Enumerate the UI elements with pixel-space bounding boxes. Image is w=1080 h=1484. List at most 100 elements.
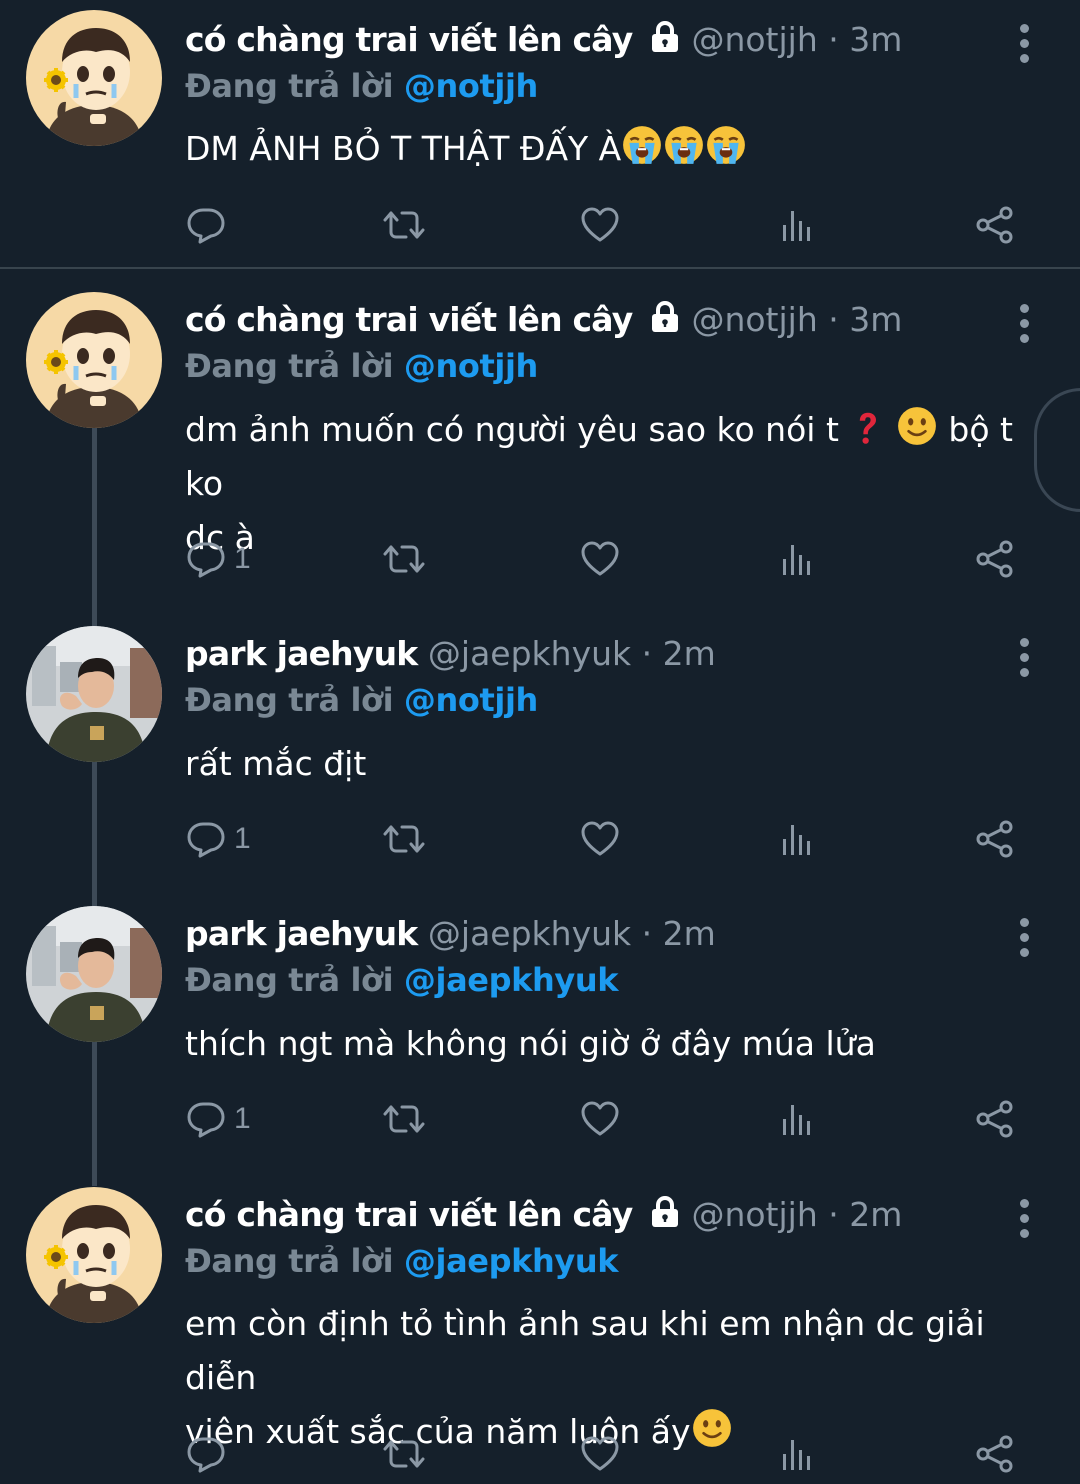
lock-icon xyxy=(649,21,681,53)
avatar[interactable] xyxy=(26,1187,162,1323)
display-name[interactable]: park jaehyuk xyxy=(185,914,418,953)
like-icon xyxy=(580,539,620,579)
tweet-header: có chàng trai viết lên cây @notjjh · 3m xyxy=(185,18,902,62)
tweet-header: park jaehyuk @jaepkhyuk · 2m xyxy=(185,912,716,956)
retweet-button[interactable] xyxy=(381,200,427,250)
tweet-actions: 1 xyxy=(0,814,1080,864)
tweet-header: có chàng trai viết lên cây @notjjh · 2m xyxy=(185,1193,902,1237)
timestamp[interactable]: 2m xyxy=(663,634,716,673)
like-button[interactable] xyxy=(580,200,620,250)
separator-dot: · xyxy=(828,1195,839,1234)
reply-count: 1 xyxy=(234,1102,251,1135)
tweet-text-content: dm ảnh muốn có người yêu sao ko nói t xyxy=(185,410,839,449)
display-name[interactable]: có chàng trai viết lên cây xyxy=(185,300,633,339)
tweet[interactable]: có chàng trai viết lên cây @notjjh · 3m … xyxy=(0,280,1080,610)
tweet[interactable]: có chàng trai viết lên cây @notjjh · 3m … xyxy=(0,0,1080,268)
more-icon[interactable] xyxy=(1016,304,1032,349)
replying-to: Đang trả lời @notjjh xyxy=(185,344,538,388)
user-handle[interactable]: @jaepkhyuk xyxy=(428,634,631,673)
like-icon xyxy=(580,1099,620,1139)
mention-link[interactable]: @jaepkhyuk xyxy=(404,961,619,999)
crying-face-emoji xyxy=(663,124,705,166)
share-icon xyxy=(974,819,1014,859)
reply-button[interactable]: 1 xyxy=(186,1094,251,1144)
tweet[interactable]: park jaehyuk @jaepkhyuk · 2m Đang trả lờ… xyxy=(0,894,1080,1174)
timestamp[interactable]: 3m xyxy=(849,300,902,339)
more-icon[interactable] xyxy=(1016,638,1032,683)
share-button[interactable] xyxy=(974,814,1014,864)
user-handle[interactable]: @jaepkhyuk xyxy=(428,914,631,953)
separator-dot: · xyxy=(828,300,839,339)
reply-button[interactable]: 1 xyxy=(186,534,251,584)
timestamp[interactable]: 3m xyxy=(849,20,902,59)
views-button[interactable] xyxy=(778,1429,818,1479)
retweet-button[interactable] xyxy=(381,534,427,584)
crying-face-emoji xyxy=(705,124,747,166)
display-name[interactable]: park jaehyuk xyxy=(185,634,418,673)
display-name[interactable]: có chàng trai viết lên cây xyxy=(185,1195,633,1234)
share-icon xyxy=(974,1434,1014,1474)
like-button[interactable] xyxy=(580,1094,620,1144)
avatar[interactable] xyxy=(26,906,162,1042)
retweet-button[interactable] xyxy=(381,1429,427,1479)
tweet[interactable]: park jaehyuk @jaepkhyuk · 2m Đang trả lờ… xyxy=(0,614,1080,894)
slightly-smiling-face-emoji xyxy=(896,405,938,447)
like-button[interactable] xyxy=(580,814,620,864)
retweet-icon xyxy=(381,539,427,579)
more-icon[interactable] xyxy=(1016,1199,1032,1244)
reply-count: 1 xyxy=(234,542,251,575)
reply-button[interactable] xyxy=(186,1429,234,1479)
share-icon xyxy=(974,539,1014,579)
separator-dot: · xyxy=(641,914,653,953)
tweet-actions xyxy=(0,1429,1080,1479)
timestamp[interactable]: 2m xyxy=(849,1195,902,1234)
tweet-actions: 1 xyxy=(0,534,1080,584)
mention-link[interactable]: @jaepkhyuk xyxy=(404,1242,619,1280)
avatar[interactable] xyxy=(26,292,162,428)
user-handle[interactable]: @notjjh xyxy=(691,20,817,59)
replying-to-label: Đang trả lời xyxy=(185,1242,394,1280)
user-handle[interactable]: @notjjh xyxy=(691,300,817,339)
retweet-button[interactable] xyxy=(381,1094,427,1144)
tweet-text: thích ngt mà không nói giờ ở đây múa lửa xyxy=(185,1017,1045,1071)
tweet-actions: 1 xyxy=(0,1094,1080,1144)
avatar[interactable] xyxy=(26,626,162,762)
mention-link[interactable]: @notjjh xyxy=(404,67,538,105)
replying-to: Đang trả lời @jaepkhyuk xyxy=(185,958,618,1002)
views-icon xyxy=(778,539,818,579)
display-name[interactable]: có chàng trai viết lên cây xyxy=(185,20,633,59)
views-button[interactable] xyxy=(778,814,818,864)
timestamp[interactable]: 2m xyxy=(663,914,716,953)
share-icon xyxy=(974,1099,1014,1139)
like-button[interactable] xyxy=(580,1429,620,1479)
mention-link[interactable]: @notjjh xyxy=(404,347,538,385)
retweet-button[interactable] xyxy=(381,814,427,864)
more-icon[interactable] xyxy=(1016,24,1032,69)
share-button[interactable] xyxy=(974,1429,1014,1479)
mention-link[interactable]: @notjjh xyxy=(404,681,538,719)
views-button[interactable] xyxy=(778,534,818,584)
share-button[interactable] xyxy=(974,200,1014,250)
share-button[interactable] xyxy=(974,1094,1014,1144)
crying-face-emoji xyxy=(621,124,663,166)
like-icon xyxy=(580,1434,620,1474)
more-icon[interactable] xyxy=(1016,918,1032,963)
views-button[interactable] xyxy=(778,1094,818,1144)
reply-button[interactable] xyxy=(186,200,234,250)
replying-to: Đang trả lời @notjjh xyxy=(185,64,538,108)
reply-icon xyxy=(186,1099,226,1139)
tweet-actions xyxy=(0,200,1080,250)
views-button[interactable] xyxy=(778,200,818,250)
avatar[interactable] xyxy=(26,10,162,146)
like-button[interactable] xyxy=(580,534,620,584)
tweet-text: DM ẢNH BỎ T THẬT ĐẤY À xyxy=(185,122,1045,176)
reply-count: 1 xyxy=(234,822,251,855)
reply-icon xyxy=(186,1434,226,1474)
reply-button[interactable]: 1 xyxy=(186,814,251,864)
retweet-icon xyxy=(381,1099,427,1139)
share-button[interactable] xyxy=(974,534,1014,584)
tweet[interactable]: có chàng trai viết lên cây @notjjh · 2m … xyxy=(0,1175,1080,1484)
separator-dot: · xyxy=(641,634,653,673)
retweet-icon xyxy=(381,819,427,859)
user-handle[interactable]: @notjjh xyxy=(691,1195,817,1234)
